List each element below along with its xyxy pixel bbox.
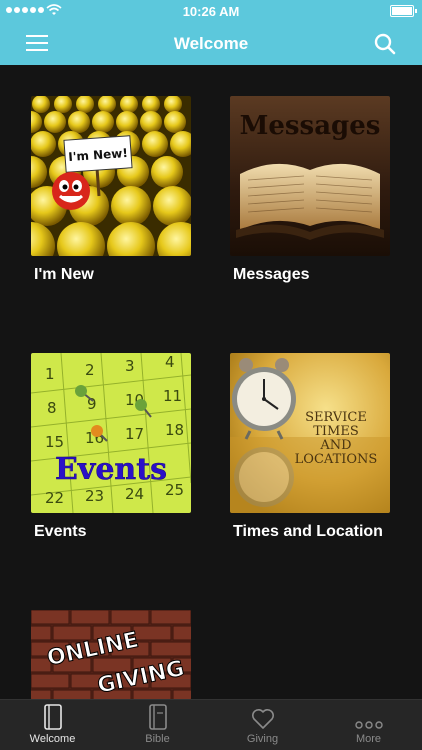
tile-label: Times and Location	[233, 523, 383, 540]
calendar-number: 18	[165, 421, 184, 439]
calendar-number: 24	[125, 485, 144, 503]
events-image: 1 2 3 4 8 9 10 11 15 16 17 18 22 23 24 2…	[31, 353, 191, 513]
status-bar: 10:26 AM	[0, 0, 422, 22]
nav-bar: Welcome	[0, 22, 422, 65]
calendar-number: 3	[125, 357, 135, 375]
calendar-number: 1	[45, 365, 55, 383]
tab-more[interactable]: More	[316, 700, 421, 750]
times-image-text: TIMES	[313, 424, 359, 439]
book-outline-icon	[43, 704, 62, 730]
calendar-number: 11	[163, 387, 182, 405]
status-time: 10:26 AM	[182, 4, 240, 19]
tab-bible[interactable]: Bible	[105, 700, 210, 750]
tab-bar: Welcome Bible Giving More	[0, 699, 422, 750]
times-image-text: LOCATIONS	[295, 452, 378, 467]
calendar-number: 17	[125, 425, 144, 443]
times-image: SERVICE TIMES AND LOCATIONS	[230, 353, 390, 513]
online-giving-image: ONLINE GIVING	[31, 610, 191, 700]
tile-events[interactable]: 1 2 3 4 8 9 10 11 15 16 17 18 22 23 24 2…	[31, 353, 193, 541]
times-image-text: AND	[319, 438, 351, 453]
tile-times-and-location[interactable]: SERVICE TIMES AND LOCATIONS Times and Lo…	[230, 353, 392, 541]
tab-label: Welcome	[29, 733, 76, 745]
tile-online-giving[interactable]: ONLINE GIVING	[31, 610, 193, 700]
tab-welcome[interactable]: Welcome	[0, 700, 105, 750]
messages-image: Messages	[230, 96, 390, 256]
tile-label: I'm New	[34, 266, 94, 283]
page-title: Welcome	[173, 34, 249, 53]
messages-image-text: Messages	[240, 111, 381, 141]
tile-im-new[interactable]: I'm New! I'm New	[31, 96, 193, 284]
tile-messages[interactable]: Messages Messages	[230, 96, 392, 284]
search-icon[interactable]	[374, 33, 396, 55]
tab-label: Bible	[145, 733, 170, 745]
calendar-number: 8	[47, 399, 57, 417]
calendar-number: 2	[85, 361, 95, 379]
calendar-number: 25	[165, 481, 184, 499]
times-image-text: SERVICE	[305, 410, 367, 425]
more-dots-icon	[354, 721, 383, 729]
bible-icon	[148, 704, 167, 730]
calendar-number: 23	[85, 487, 104, 505]
tab-label: More	[355, 733, 382, 745]
im-new-image: I'm New!	[31, 96, 191, 256]
tab-label: Giving	[246, 733, 279, 745]
tile-label: Events	[34, 523, 87, 540]
battery-icon	[390, 5, 417, 17]
heart-icon	[251, 709, 274, 729]
calendar-number: 22	[45, 489, 64, 507]
calendar-number: 15	[45, 433, 64, 451]
tab-giving[interactable]: Giving	[210, 700, 315, 750]
calendar-number: 4	[165, 353, 175, 371]
events-image-text: Events	[55, 452, 167, 487]
tile-label: Messages	[233, 266, 310, 283]
